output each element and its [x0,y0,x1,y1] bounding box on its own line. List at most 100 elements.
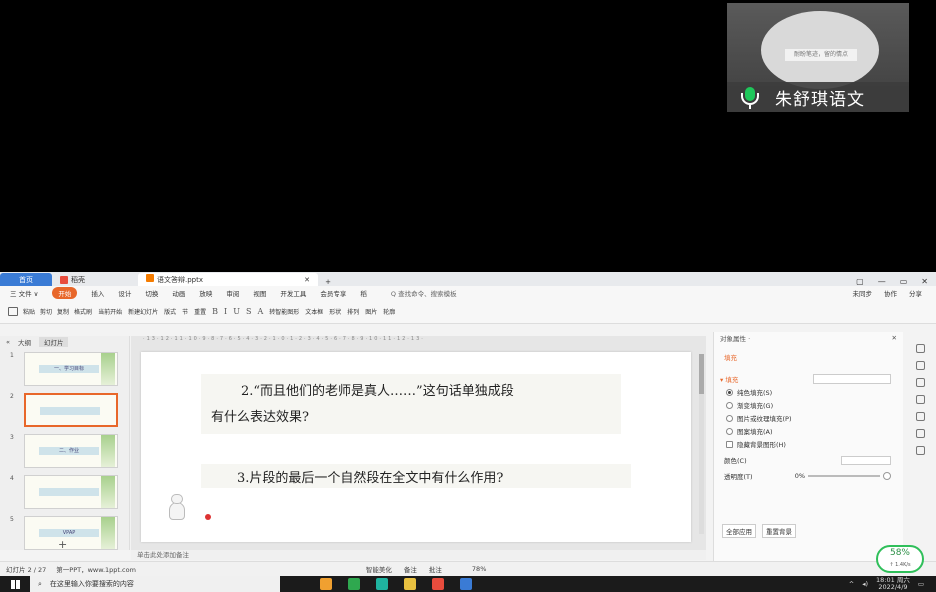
radio-gradient-fill[interactable]: 渐变填充(G) [726,400,903,410]
close-window-icon[interactable]: ✕ [921,277,928,286]
underline-icon[interactable]: U [233,307,240,316]
camera-thumbnail[interactable]: 耐盼笔迹，留的情点 朱舒琪语文 [727,3,909,112]
collaborate-button[interactable]: 协作 [884,288,897,298]
slide-thumb-row[interactable]: 2 [8,391,124,431]
font-color-icon[interactable]: A [257,307,263,316]
transparency-slider[interactable]: 0% [795,472,891,480]
start-button[interactable] [0,579,30,589]
copy-button[interactable]: 复制 [57,307,69,316]
italic-icon[interactable]: I [224,307,227,316]
question-1-textbox[interactable]: 2.“而且他们的老师是真人……”这句话单独成段 有什么表达效果? [201,374,621,434]
reset-button[interactable]: 重置 [194,307,206,316]
tab-home[interactable]: 首页 [0,273,52,286]
current-slide[interactable]: 2.“而且他们的老师是真人……”这句话单独成段 有什么表达效果? 3.片段的最后… [141,352,691,542]
menu-review[interactable]: 审阅 [226,288,239,298]
notes-button[interactable]: 备注 [404,564,417,574]
reset-background-button[interactable]: 重置背景 [762,524,796,538]
radio-solid-fill[interactable]: 纯色填充(S) [726,387,903,397]
paste-icon[interactable] [8,307,18,316]
style-icon[interactable] [915,344,925,353]
play-from-current-button[interactable]: 当前开始 [98,307,122,316]
textbox-button[interactable]: 文本框 [305,307,323,316]
microphone-icon[interactable] [737,84,763,110]
checkbox-hide-background[interactable]: 隐藏背景图形(H) [726,439,903,449]
layout-button[interactable]: 版式 [164,307,176,316]
menu-insert[interactable]: 插入 [91,288,104,298]
fill-dropdown[interactable] [813,374,891,384]
section-button[interactable]: 节 [182,307,188,316]
menu-design[interactable]: 设计 [118,288,131,298]
outline-button[interactable]: 轮廓 [383,307,395,316]
canvas-scrollbar[interactable] [699,354,704,534]
notification-icon[interactable]: ▭ [918,580,924,588]
format-painter-button[interactable]: 格式刷 [74,307,92,316]
cut-button[interactable]: 剪切 [40,307,52,316]
layout-icon[interactable]: ▢ [856,277,864,286]
speaker-icon[interactable]: ◂) [862,580,868,588]
tab-slides[interactable]: 幻灯片 [38,337,69,347]
app-icon[interactable] [460,578,472,590]
chevron-up-icon[interactable]: ^ [849,580,854,588]
collapse-icon[interactable]: « [6,338,10,346]
menu-daoke[interactable]: 稻 [360,288,367,298]
animation-icon[interactable] [915,378,925,387]
clock[interactable]: 18:01 周六 2022/4/9 [876,577,910,591]
app-icon[interactable] [320,578,332,590]
shape-button[interactable]: 形状 [329,307,341,316]
add-slide-icon[interactable]: + [58,538,67,551]
color-picker[interactable] [841,455,891,465]
app-icon[interactable] [348,578,360,590]
menu-start[interactable]: 开始 [52,287,78,299]
comment-button[interactable]: 批注 [429,564,442,574]
radio-pattern-fill[interactable]: 图案填充(A) [726,426,903,436]
menu-member[interactable]: 会员专享 [320,288,346,298]
bold-icon[interactable]: B [212,307,218,316]
menu-developer[interactable]: 开发工具 [280,288,306,298]
backup-icon[interactable] [915,429,925,438]
slide-thumb-row[interactable]: 3 二、作业 [8,432,124,472]
slide-thumbnail[interactable] [24,475,118,509]
slide-thumbnail[interactable]: 二、作业 [24,434,118,468]
maximize-icon[interactable]: ▭ [900,277,908,286]
new-tab-icon[interactable]: + [318,278,338,286]
settings-icon[interactable] [915,446,925,455]
menu-animation[interactable]: 动画 [172,288,185,298]
paste-button[interactable]: 粘贴 [23,307,35,316]
smartart-button[interactable]: 转智能图形 [269,307,299,316]
taskbar-search[interactable]: ⌕ 在这里输入你要搜索的内容 [30,576,280,592]
share-button[interactable]: 分享 [909,288,922,298]
radio-picture-fill[interactable]: 图片或纹理填充(P) [726,413,903,423]
slide-thumbnail-selected[interactable] [24,393,118,427]
tab-document[interactable]: 语文答辩.pptx ✕ [138,273,318,286]
apply-all-button[interactable]: 全部应用 [722,524,756,538]
fill-section[interactable]: ▾ 填充 [720,374,903,384]
slide-thumb-row[interactable]: 1 一、学习目标 [8,350,124,390]
tab-outline[interactable]: 大纲 [18,337,31,347]
strikethrough-icon[interactable]: S [246,307,251,316]
slide-thumbnail[interactable]: VPAP [24,516,118,550]
picture-button[interactable]: 图片 [365,307,377,316]
app-icon[interactable] [376,578,388,590]
menu-transition[interactable]: 切换 [145,288,158,298]
zoom-level[interactable]: 78% [472,565,486,573]
pane-tab-fill[interactable]: 填充 [724,352,903,362]
transition-icon[interactable] [915,395,925,404]
minimize-icon[interactable]: — [878,277,886,286]
file-menu[interactable]: 三 文件 ∨ [10,288,38,298]
menu-slideshow[interactable]: 放映 [199,288,212,298]
tab-daoke[interactable]: 稻壳 [52,273,138,286]
command-search[interactable]: Q 查找命令、搜索模板 [391,288,457,298]
notes-area[interactable]: 单击此处添加备注 [131,550,706,560]
sync-status[interactable]: 未同步 [853,288,873,298]
folder-icon[interactable] [404,578,416,590]
slide-thumbnail[interactable]: 一、学习目标 [24,352,118,386]
arrange-button[interactable]: 排列 [347,307,359,316]
wps-icon[interactable] [432,578,444,590]
new-slide-button[interactable]: 新建幻灯片 [128,307,158,316]
question-2-textbox[interactable]: 3.片段的最后一个自然段在全文中有什么作用? [201,464,631,488]
pane-close-icon[interactable]: ✕ [892,334,903,342]
help-icon[interactable] [915,412,925,421]
properties-icon[interactable] [915,361,925,370]
menu-view[interactable]: 视图 [253,288,266,298]
beautify-button[interactable]: 智能美化 [366,564,392,574]
